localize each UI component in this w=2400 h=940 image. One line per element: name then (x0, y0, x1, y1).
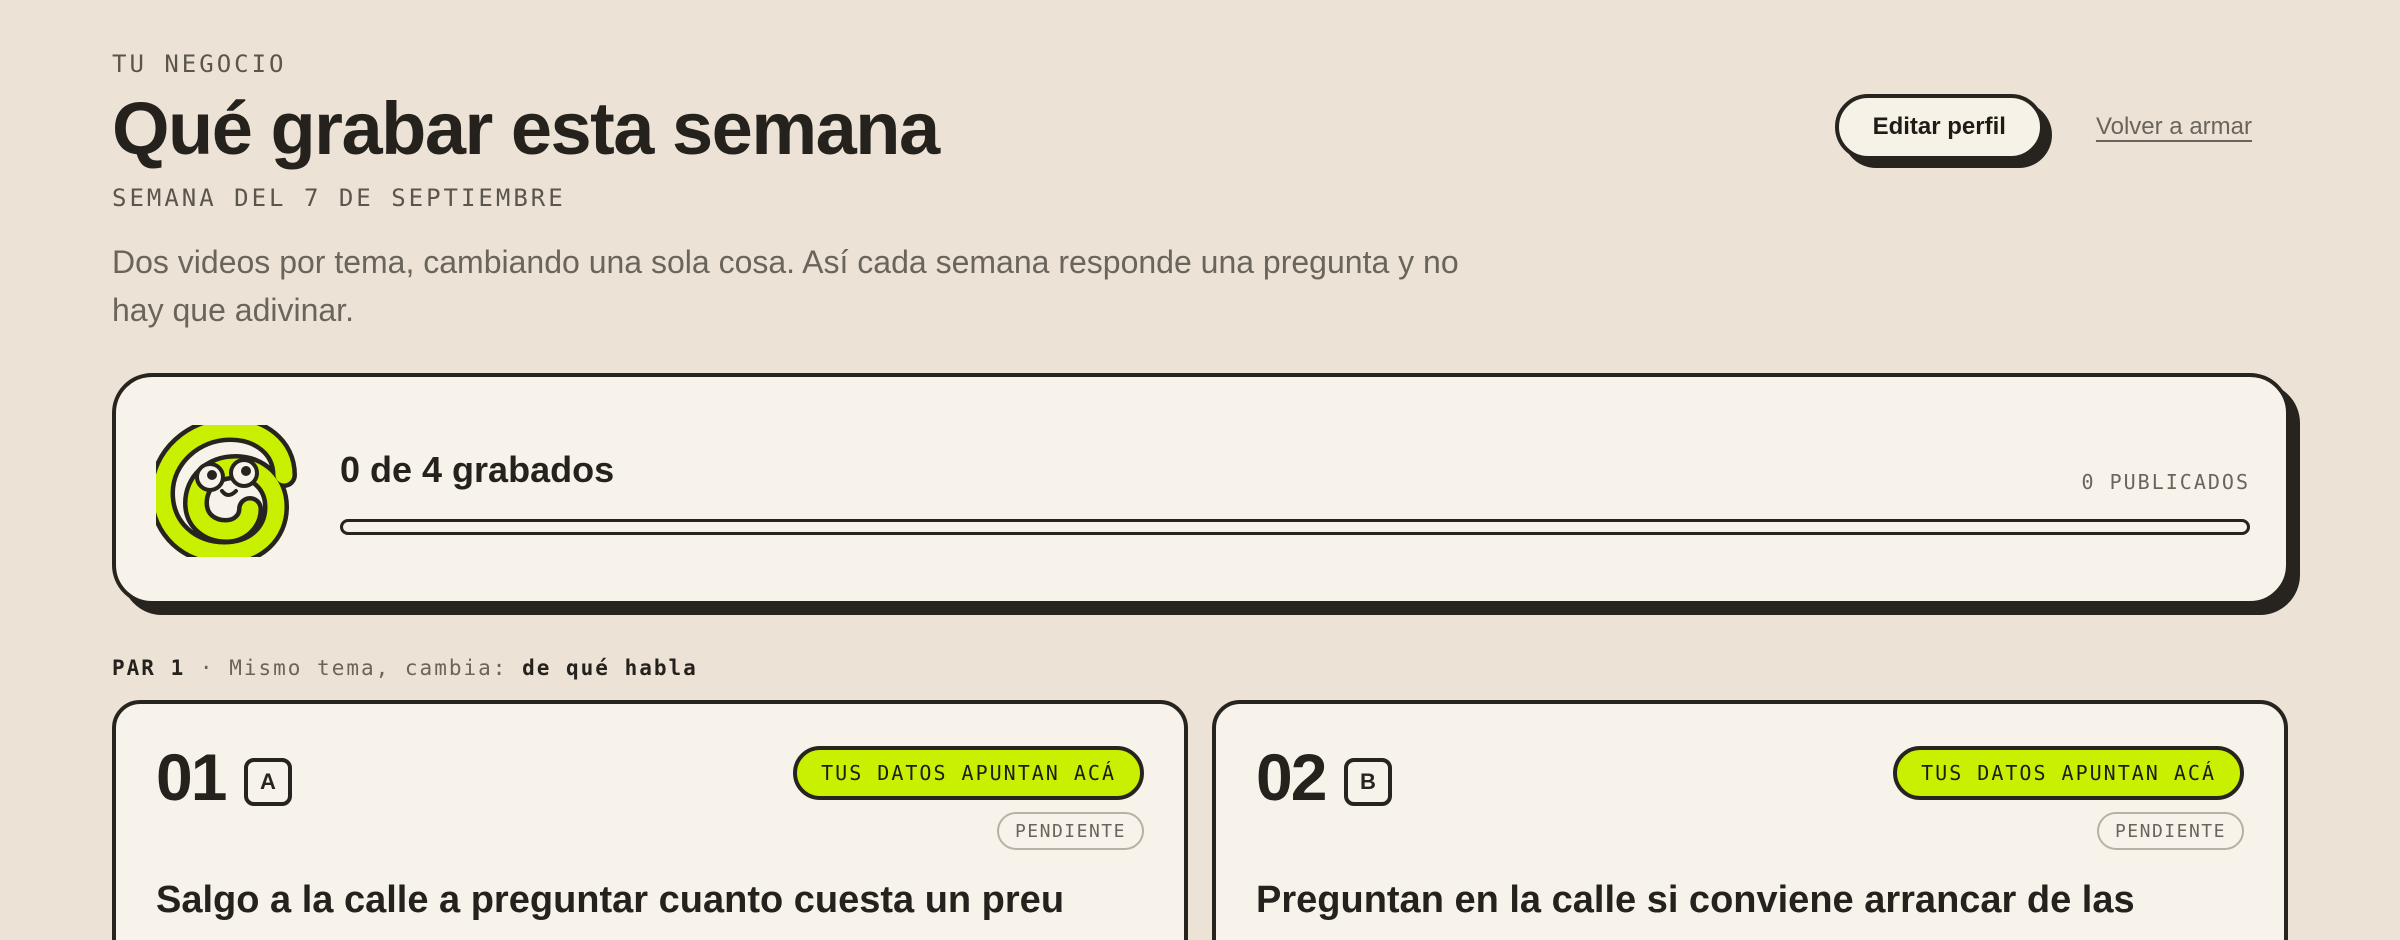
pair-text: Mismo tema, cambia: (229, 656, 508, 680)
progress-card: 0 de 4 grabados 0 PUBLICADOS (112, 373, 2290, 605)
status-badge: PENDIENTE (2096, 812, 2244, 850)
data-tag: TUS DATOS APUNTAN ACÁ (793, 746, 1144, 800)
data-tag: TUS DATOS APUNTAN ACÁ (1893, 746, 2244, 800)
video-card[interactable]: 01 A TUS DATOS APUNTAN ACÁ PENDIENTE Sal… (112, 700, 1188, 940)
published-count: 0 PUBLICADOS (2081, 470, 2250, 494)
week-label: SEMANA DEL 7 DE SEPTIEMBRE (112, 184, 566, 212)
progress-title: 0 de 4 grabados (340, 449, 615, 490)
status-badge: PENDIENTE (996, 812, 1144, 850)
pair-separator: · (199, 656, 215, 680)
video-card[interactable]: 02 B TUS DATOS APUNTAN ACÁ PENDIENTE Pre… (1212, 700, 2288, 940)
edit-profile-button[interactable]: Editar perfil (1834, 94, 2044, 160)
pair-label: PAR 1 · Mismo tema, cambia: de qué habla (112, 656, 698, 680)
page-header: TU NEGOCIO Qué grabar esta semana SEMANA… (112, 50, 1512, 334)
video-title: Preguntan en la calle si conviene arranc… (1256, 879, 2135, 921)
variant-badge: A (244, 758, 292, 806)
progress-bar (340, 519, 2250, 535)
video-number: 02 (1256, 740, 1327, 814)
page-title: Qué grabar esta semana (112, 87, 940, 170)
video-title: Salgo a la calle a preguntar cuanto cues… (156, 879, 1065, 921)
variant-badge: B (1344, 758, 1392, 806)
back-to-build-link[interactable]: Volver a armar (2096, 113, 2252, 141)
header-actions: Editar perfil Volver a armar (1834, 94, 2252, 160)
video-number: 01 (156, 740, 227, 814)
snail-mascot-icon (148, 415, 300, 567)
pair-number: PAR 1 (112, 656, 186, 680)
pair-variable: de qué habla (522, 656, 698, 680)
page-description: Dos videos por tema, cambiando una sola … (112, 244, 1459, 328)
section-eyebrow: TU NEGOCIO (112, 50, 287, 78)
